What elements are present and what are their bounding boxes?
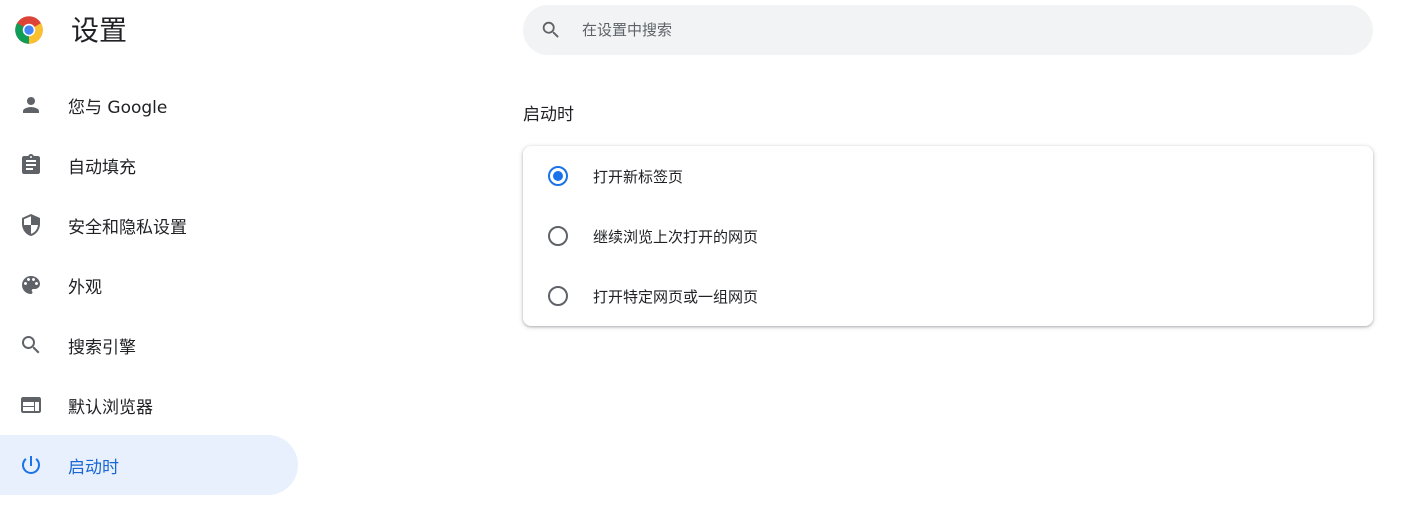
browser-icon <box>19 393 43 417</box>
sidebar-item-autofill[interactable]: 自动填充 <box>0 135 298 195</box>
sidebar-nav: 您与 Google 自动填充 安全和隐私设置 外观 搜索引擎 默认浏览器 启动时 <box>0 75 300 495</box>
radio-button[interactable] <box>548 226 568 246</box>
clipboard-icon <box>19 153 43 177</box>
sidebar-item-label: 搜索引擎 <box>68 337 136 358</box>
sidebar-item-label: 外观 <box>68 277 102 298</box>
search-icon <box>19 333 43 357</box>
startup-option-continue[interactable]: 继续浏览上次打开的网页 <box>523 206 1373 266</box>
startup-option-new-tab[interactable]: 打开新标签页 <box>523 146 1373 206</box>
sidebar-item-you-and-google[interactable]: 您与 Google <box>0 75 298 135</box>
radio-checked-dot <box>553 171 563 181</box>
sidebar-item-label: 您与 Google <box>68 97 168 118</box>
power-icon <box>19 453 43 477</box>
startup-option-specific-pages[interactable]: 打开特定网页或一组网页 <box>523 266 1373 326</box>
person-icon <box>19 93 43 117</box>
sidebar-item-label: 默认浏览器 <box>68 397 153 418</box>
shield-icon <box>19 213 43 237</box>
radio-button[interactable] <box>548 286 568 306</box>
section-title: 启动时 <box>523 105 574 125</box>
sidebar-item-default-browser[interactable]: 默认浏览器 <box>0 375 298 435</box>
chrome-logo <box>14 15 44 45</box>
radio-label: 继续浏览上次打开的网页 <box>593 227 759 246</box>
sidebar-item-label: 安全和隐私设置 <box>68 217 187 238</box>
radio-label: 打开新标签页 <box>593 167 684 186</box>
sidebar-item-label: 自动填充 <box>68 157 136 178</box>
startup-options-card: 打开新标签页 继续浏览上次打开的网页 打开特定网页或一组网页 <box>523 146 1373 326</box>
sidebar-item-on-startup[interactable]: 启动时 <box>0 435 298 495</box>
page-title: 设置 <box>71 14 128 47</box>
sidebar-item-privacy-security[interactable]: 安全和隐私设置 <box>0 195 298 255</box>
sidebar-item-label: 启动时 <box>68 457 119 478</box>
sidebar-item-appearance[interactable]: 外观 <box>0 255 298 315</box>
sidebar-item-search-engine[interactable]: 搜索引擎 <box>0 315 298 375</box>
radio-label: 打开特定网页或一组网页 <box>593 287 759 306</box>
palette-icon <box>19 273 43 297</box>
search-input[interactable] <box>580 20 1284 40</box>
search-icon <box>542 21 559 38</box>
radio-button[interactable] <box>548 166 568 186</box>
settings-search-bar[interactable] <box>523 5 1373 55</box>
